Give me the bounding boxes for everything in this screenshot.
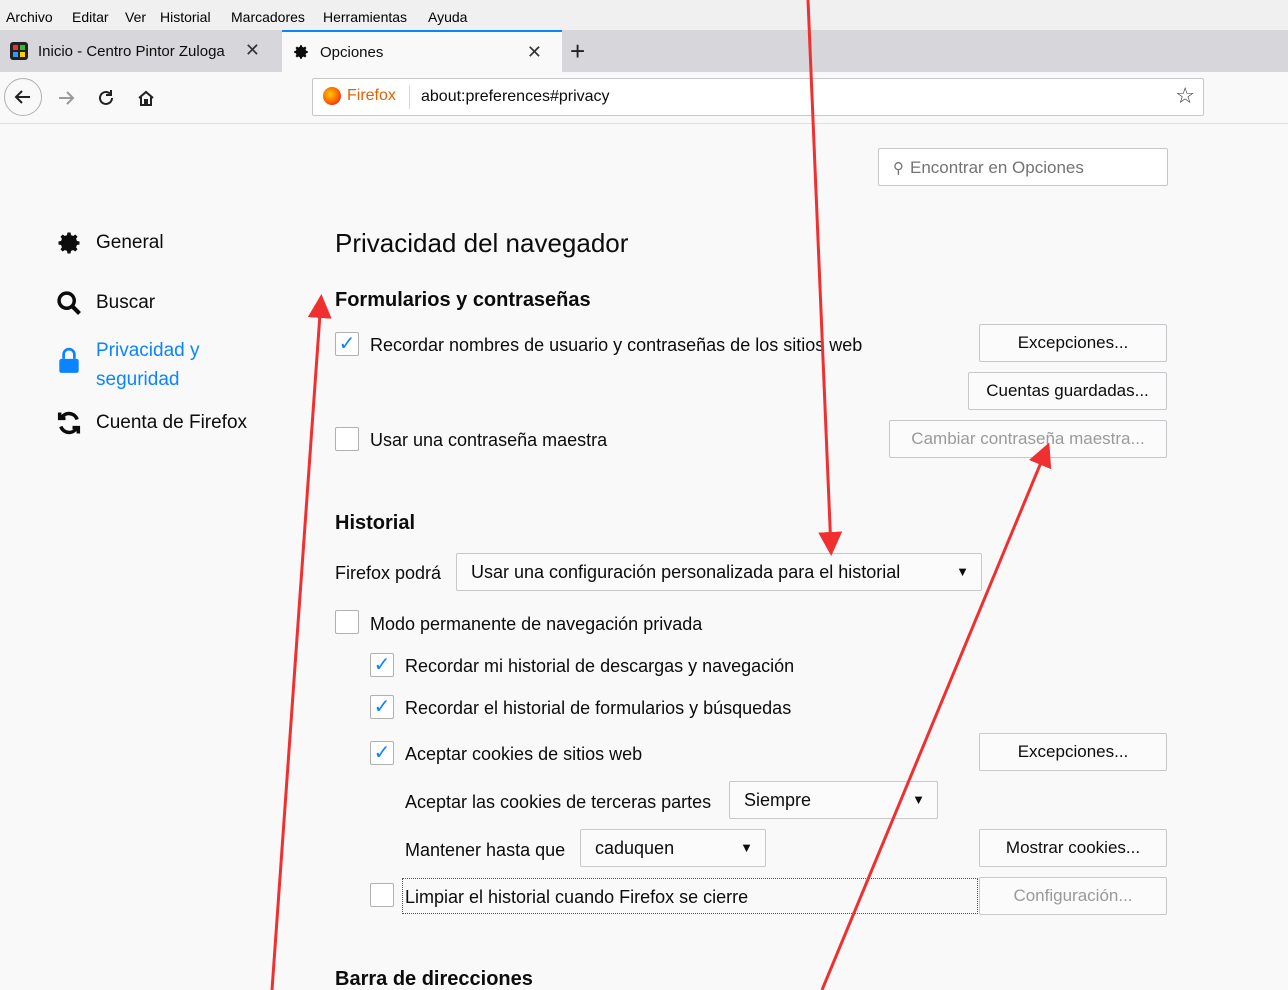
remember-forms-label: Recordar el historial de formularios y b… (405, 698, 792, 718)
home-icon (138, 90, 154, 106)
category-label: Privacidad y (96, 340, 200, 361)
cookie-exceptions-button[interactable]: Excepciones... (979, 733, 1167, 771)
close-tab-icon[interactable]: ✕ (245, 40, 260, 61)
new-tab-button[interactable]: + (570, 36, 585, 67)
reload-button[interactable] (90, 82, 122, 114)
tab-inicio[interactable]: Inicio - Centro Pintor Zuloga ✕ (0, 30, 280, 72)
login-exceptions-button[interactable]: Excepciones... (979, 324, 1167, 362)
clear-on-close-label: Limpiar el historial cuando Firefox se c… (405, 887, 749, 907)
history-heading: Historial (335, 512, 416, 534)
search-input[interactable]: ⚲ Encontrar en Opciones (878, 148, 1168, 186)
gear-icon (292, 43, 310, 61)
category-buscar[interactable]: Buscar (54, 288, 155, 318)
private-mode-checkbox[interactable] (335, 610, 359, 634)
third-party-cookies-label: Aceptar las cookies de terceras partes (405, 792, 712, 812)
menu-editar[interactable]: Editar (72, 9, 109, 25)
url-separator (409, 85, 410, 109)
address-bar-heading: Barra de direcciones (335, 968, 533, 990)
accept-cookies-label: Aceptar cookies de sitios web (405, 744, 643, 764)
keep-until-select[interactable]: caduquen ▼ (580, 829, 766, 867)
firefox-logo-icon (323, 87, 341, 105)
site-favicon-icon (10, 42, 28, 60)
tab-title: Opciones (320, 43, 384, 61)
category-firefox-account[interactable]: Cuenta de Firefox (54, 408, 247, 438)
private-mode-label: Modo permanente de navegación privada (370, 614, 703, 634)
dropdown-caret-icon: ▼ (956, 564, 969, 579)
search-icon (54, 288, 84, 318)
remember-logins-checkbox[interactable]: ✓ (335, 332, 359, 356)
menu-ver[interactable]: Ver (125, 9, 146, 25)
sync-icon (54, 408, 84, 438)
tab-title: Inicio - Centro Pintor Zuloga (38, 42, 225, 60)
bookmark-star-icon[interactable]: ☆ (1175, 83, 1195, 109)
home-button[interactable] (130, 82, 162, 114)
category-general[interactable]: General (54, 228, 164, 258)
clear-on-close-checkbox[interactable] (370, 883, 394, 907)
master-password-label: Usar una contraseña maestra (370, 430, 608, 450)
page-title: Privacidad del navegador (335, 228, 629, 258)
dropdown-caret-icon: ▼ (912, 792, 925, 807)
url-bar[interactable]: Firefox about:preferences#privacy ☆ (312, 78, 1204, 116)
menu-herramientas[interactable]: Herramientas (323, 9, 407, 25)
third-party-cookies-select[interactable]: Siempre ▼ (729, 781, 938, 819)
history-mode-select[interactable]: Usar una configuración personalizada par… (456, 553, 982, 591)
search-icon: ⚲ (893, 160, 904, 177)
change-master-password-button[interactable]: Cambiar contraseña maestra... (889, 420, 1167, 458)
forms-heading: Formularios y contraseñas (335, 289, 591, 311)
back-arrow-icon (14, 90, 30, 104)
lock-icon (54, 346, 84, 376)
back-button[interactable] (4, 78, 42, 116)
remember-downloads-checkbox[interactable]: ✓ (370, 653, 394, 677)
close-tab-icon[interactable]: ✕ (527, 42, 542, 63)
remember-forms-checkbox[interactable]: ✓ (370, 695, 394, 719)
reload-icon (99, 90, 113, 105)
accept-cookies-checkbox[interactable]: ✓ (370, 741, 394, 765)
remember-logins-label: Recordar nombres de usuario y contraseña… (370, 335, 863, 355)
clear-settings-button[interactable]: Configuración... (979, 877, 1167, 915)
forward-arrow-icon (59, 91, 75, 105)
show-cookies-button[interactable]: Mostrar cookies... (979, 829, 1167, 867)
saved-logins-button[interactable]: Cuentas guardadas... (968, 372, 1167, 410)
url-text[interactable]: about:preferences#privacy (421, 88, 610, 106)
master-password-checkbox[interactable] (335, 427, 359, 451)
identity-badge[interactable]: Firefox (323, 87, 396, 105)
menu-bar: Archivo Editar Ver Historial Marcadores … (0, 0, 1288, 34)
menu-historial[interactable]: Historial (160, 9, 211, 25)
history-mode-label: Firefox podrá (335, 563, 442, 583)
gear-icon (54, 228, 84, 258)
keep-until-label: Mantener hasta que (405, 840, 566, 860)
tab-opciones[interactable]: Opciones ✕ (282, 30, 562, 72)
menu-archivo[interactable]: Archivo (6, 9, 53, 25)
category-label-line2: seguridad (96, 369, 180, 390)
menu-marcadores[interactable]: Marcadores (231, 9, 305, 25)
category-privacy[interactable]: Privacidad y seguridad (54, 336, 200, 394)
tab-strip: Inicio - Centro Pintor Zuloga ✕ Opciones… (0, 30, 1288, 72)
annotation-arrow-to-forms-heading (270, 294, 332, 990)
forward-button[interactable] (50, 82, 82, 114)
remember-downloads-label: Recordar mi historial de descargas y nav… (405, 656, 795, 676)
dropdown-caret-icon: ▼ (740, 840, 753, 855)
menu-ayuda[interactable]: Ayuda (428, 9, 467, 25)
